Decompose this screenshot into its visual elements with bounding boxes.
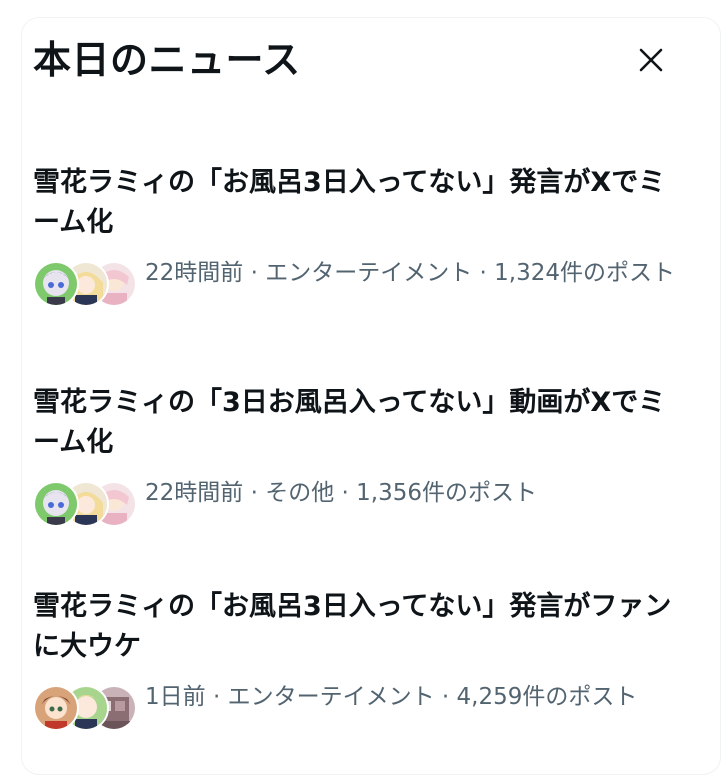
news-headline: 雪花ラミィの「お風呂3日入ってない」発言がファンに大ウケ (33, 591, 672, 662)
avatar (33, 261, 79, 307)
avatar-stack (33, 481, 137, 527)
news-meta-row: 22時間前 · その他 · 1,356件のポスト (33, 477, 673, 541)
news-meta: 22時間前 · その他 · 1,356件のポスト (145, 480, 537, 506)
news-meta-row: 22時間前 · エンターテイメント · 1,324件のポスト (33, 257, 675, 321)
news-item[interactable]: 雪花ラミィの「お風呂3日入ってない」発言がXでミーム化 22時間前 · エンター… (33, 163, 675, 321)
close-button[interactable] (629, 38, 673, 82)
card-title: 本日のニュース (33, 38, 301, 82)
news-headline: 雪花ラミィの「お風呂3日入ってない」発言がXでミーム化 (33, 167, 666, 238)
avatar (33, 481, 79, 527)
avatar-stack (33, 261, 137, 307)
news-meta-row: 1日前 · エンターテイメント · 4,259件のポスト (33, 681, 673, 745)
news-meta: 22時間前 · エンターテイメント · 1,324件のポスト (145, 260, 675, 286)
news-item[interactable]: 雪花ラミィの「お風呂3日入ってない」発言がファンに大ウケ 1日前 · エンターテ… (33, 587, 673, 745)
avatar (33, 685, 79, 731)
avatar-stack (33, 685, 137, 731)
news-meta: 1日前 · エンターテイメント · 4,259件のポスト (145, 684, 638, 710)
card-header: 本日のニュース (33, 32, 673, 88)
news-item[interactable]: 雪花ラミィの「3日お風呂入ってない」動画がXでミーム化 22時間前 · その他 … (33, 383, 673, 541)
close-icon (639, 48, 663, 72)
news-headline: 雪花ラミィの「3日お風呂入ってない」動画がXでミーム化 (33, 387, 666, 458)
